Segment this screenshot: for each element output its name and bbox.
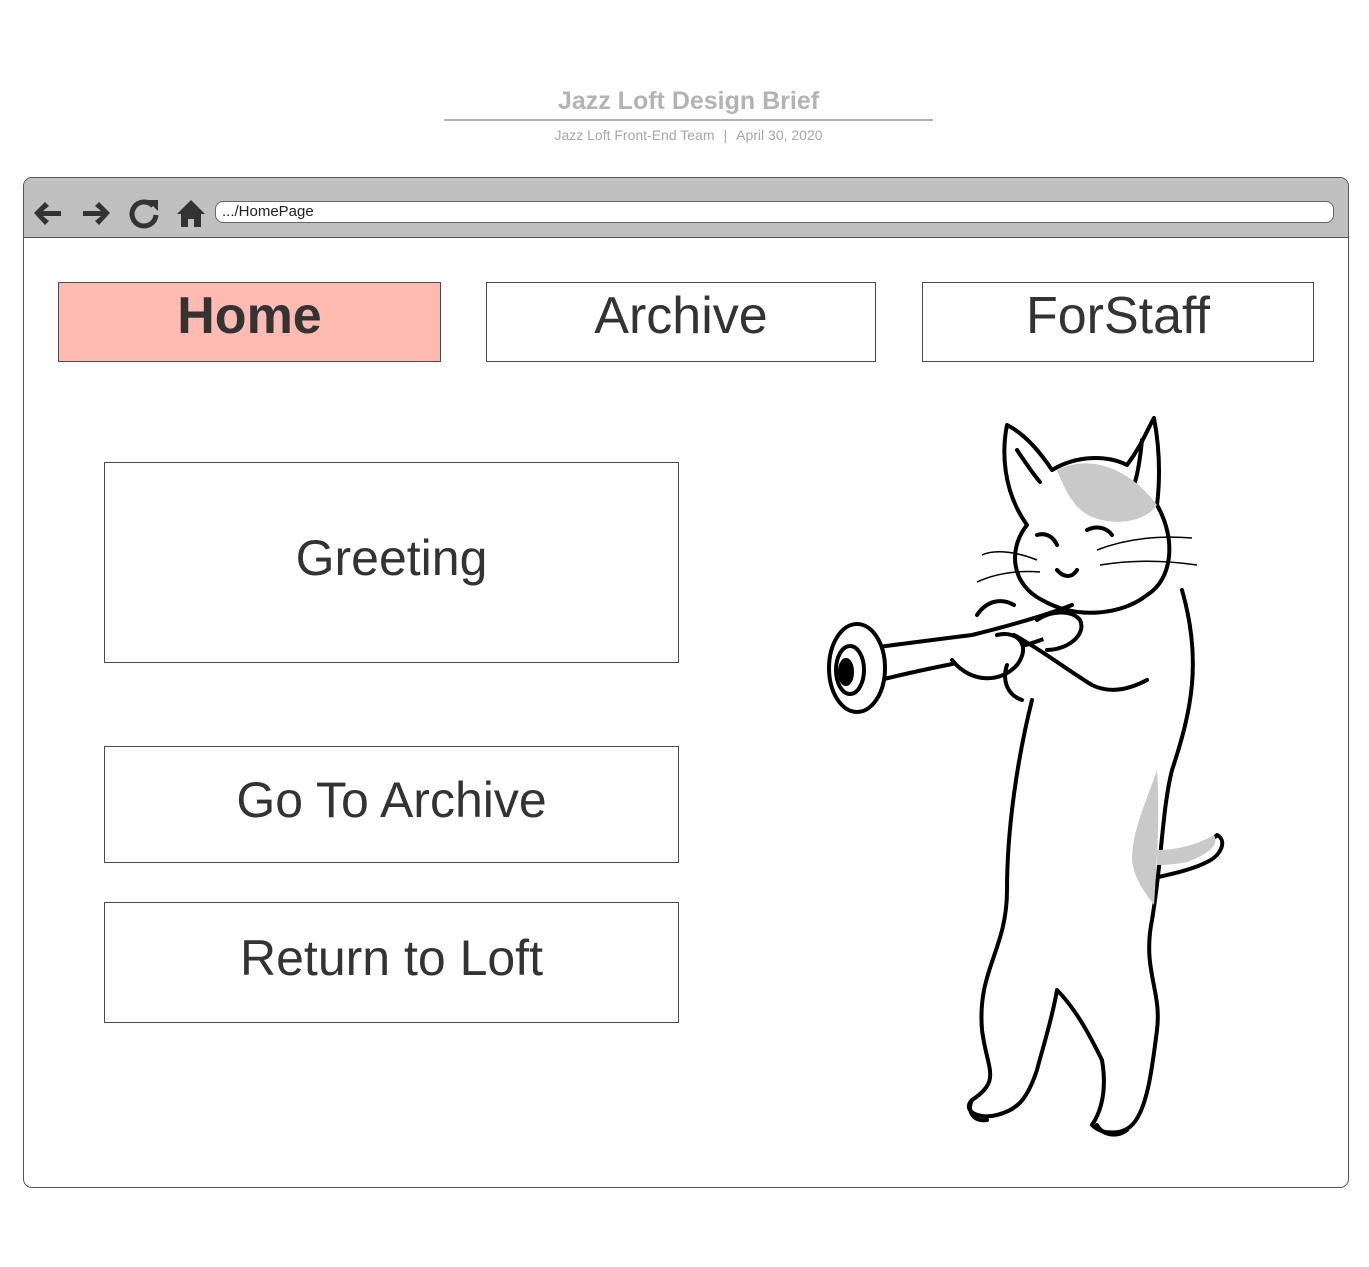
- url-bar[interactable]: .../HomePage: [215, 201, 1334, 223]
- back-arrow-icon[interactable]: [30, 196, 64, 230]
- greeting-label: Greeting: [295, 529, 488, 586]
- document-date: April 30, 2020: [736, 127, 823, 143]
- nav-archive-label: Archive: [594, 287, 768, 345]
- return-to-loft-label: Return to Loft: [240, 929, 543, 986]
- team-name: Jazz Loft Front-End Team: [554, 127, 715, 143]
- go-to-archive-button[interactable]: Go To Archive: [104, 746, 679, 863]
- document-subtitle: Jazz Loft Front-End Team | April 30, 2020: [444, 126, 933, 144]
- go-to-archive-label: Go To Archive: [236, 771, 547, 828]
- cat-trumpet-illustration: [827, 416, 1225, 1137]
- document-title: Jazz Loft Design Brief: [557, 87, 820, 115]
- nav-forstaff-button[interactable]: ForStaff: [922, 282, 1314, 362]
- browser-toolbar: .../HomePage: [24, 178, 1348, 238]
- subtitle-separator: |: [723, 127, 728, 143]
- title-underline: [444, 119, 933, 121]
- nav-forstaff-label: ForStaff: [1025, 287, 1210, 345]
- nav-home-label: Home: [177, 287, 322, 345]
- nav-archive-button[interactable]: Archive: [486, 282, 876, 362]
- return-to-loft-button[interactable]: Return to Loft: [104, 902, 679, 1023]
- browser-window: .../HomePage Home Archive ForStaff Greet…: [23, 177, 1349, 1188]
- forward-arrow-icon[interactable]: [80, 196, 114, 230]
- refresh-icon[interactable]: [127, 196, 161, 230]
- home-icon[interactable]: [174, 196, 208, 230]
- nav-home-button[interactable]: Home: [58, 282, 441, 362]
- greeting-panel: Greeting: [104, 462, 679, 663]
